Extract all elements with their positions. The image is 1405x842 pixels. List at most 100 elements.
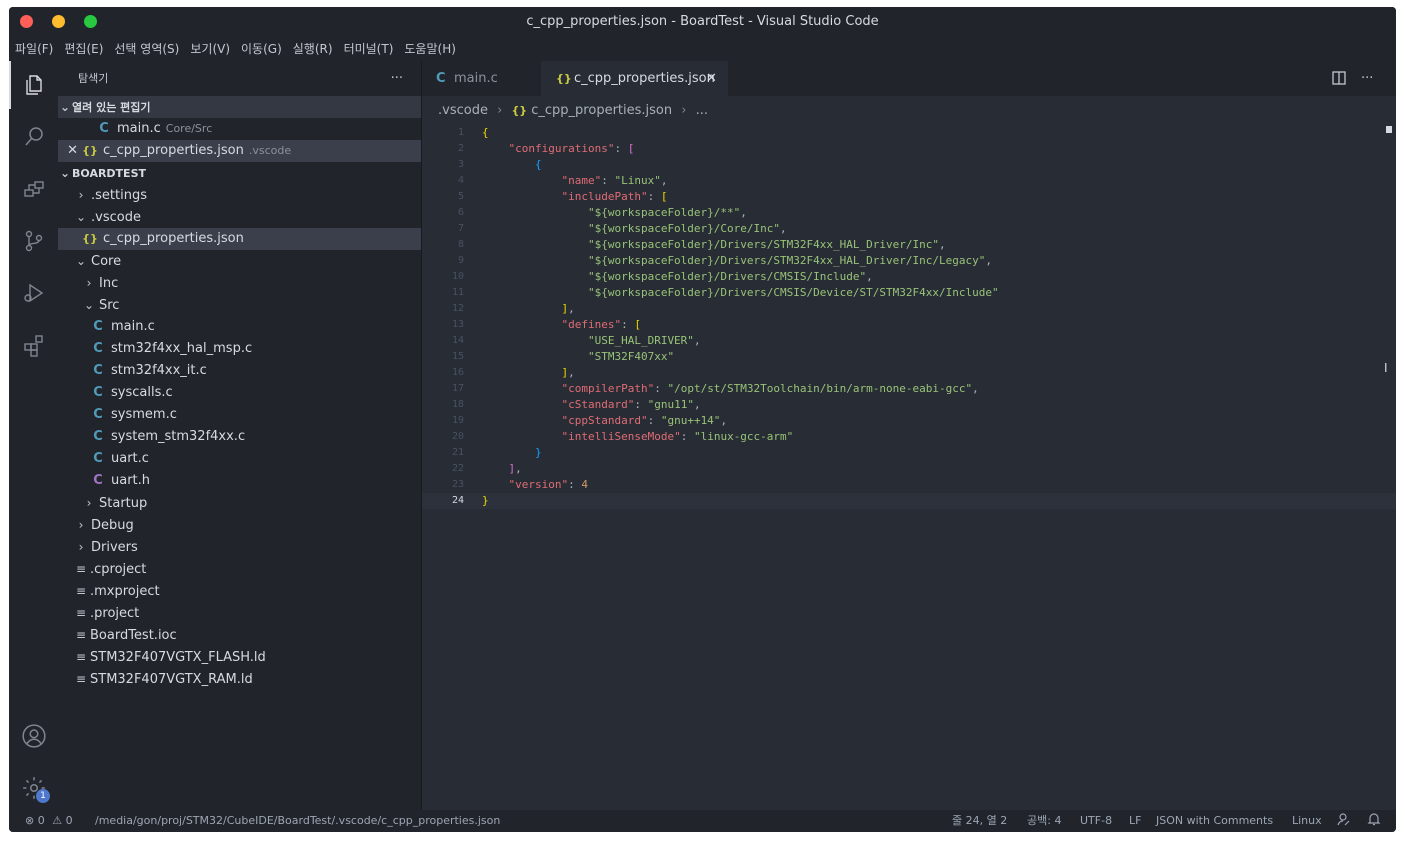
problems-indicator[interactable]: ⊗ 0 ⚠ 0 (25, 810, 73, 832)
code-line[interactable]: 3 { (422, 157, 1396, 173)
code-text: "intelliSenseMode": "linux-gcc-arm" (561, 430, 794, 443)
tree-item-label: BoardTest.ioc (90, 628, 177, 643)
close-icon[interactable]: ✕ (706, 61, 717, 96)
json-file-icon: {} (82, 232, 98, 245)
code-line[interactable]: 9 "${workspaceFolder}/Drivers/STM32F4xx_… (422, 253, 1396, 269)
tree-file[interactable]: ≡ BoardTest.ioc (58, 624, 421, 646)
code-text: { (482, 126, 489, 139)
close-icon[interactable]: ✕ (58, 140, 78, 162)
tree-file[interactable]: Cstm32f4xx_it.c (58, 360, 421, 382)
notifications-bell-icon[interactable] (1367, 810, 1381, 832)
cursor-position[interactable]: 줄 24, 열 2 (952, 810, 1007, 832)
tree-file[interactable]: {} c_cpp_properties.json (58, 228, 421, 250)
tree-folder[interactable]: › Drivers (58, 536, 421, 558)
tree-file[interactable]: Cstm32f4xx_hal_msp.c (58, 338, 421, 360)
settings-gear-icon[interactable]: 1 (9, 764, 58, 812)
code-line[interactable]: 10 "${workspaceFolder}/Drivers/CMSIS/Inc… (422, 269, 1396, 285)
project-section[interactable]: ⌄ BOARDTEST (58, 162, 421, 184)
code-line[interactable]: 22 ], (422, 461, 1396, 477)
menu-item[interactable]: 이동(G) (235, 37, 287, 61)
tree-folder[interactable]: › Startup (58, 492, 421, 514)
tree-file[interactable]: ≡ STM32F407VGTX_FLASH.ld (58, 646, 421, 668)
menu-item[interactable]: 도움말(H) (398, 37, 461, 61)
code-line[interactable]: 16 ], (422, 365, 1396, 381)
tree-file[interactable]: Cmain.c (58, 316, 421, 338)
menu-item[interactable]: 편집(E) (58, 37, 108, 61)
run-debug-icon[interactable] (9, 269, 58, 317)
tree-item-label: syscalls.c (111, 385, 173, 400)
code-line[interactable]: 8 "${workspaceFolder}/Drivers/STM32F4xx_… (422, 237, 1396, 253)
remote-explorer-icon[interactable] (9, 165, 58, 213)
code-line[interactable]: 12 ], (422, 301, 1396, 317)
breadcrumb-symbol[interactable]: ... (696, 103, 708, 118)
line-number: 7 (457, 223, 464, 234)
code-line[interactable]: 4 "name": "Linux", (422, 173, 1396, 189)
tree-file[interactable]: Cuart.c (58, 448, 421, 470)
tree-item-label: .vscode (91, 210, 141, 225)
split-editor-icon[interactable] (1332, 70, 1346, 85)
open-editor-item[interactable]: Cmain.c Core/Src (58, 118, 421, 140)
menu-item[interactable]: 파일(F) (9, 37, 58, 61)
line-number: 9 (457, 255, 464, 266)
tab-main-c[interactable]: C main.c (422, 61, 541, 96)
line-number: 2 (457, 143, 464, 154)
platform[interactable]: Linux (1292, 810, 1322, 832)
tree-folder[interactable]: › .settings (58, 184, 421, 206)
code-line[interactable]: 24} (422, 493, 1396, 509)
breadcrumb-folder[interactable]: .vscode (438, 103, 488, 118)
more-actions-button[interactable]: ··· (1361, 61, 1373, 96)
c-file-icon: C (99, 121, 109, 136)
tree-file[interactable]: Csystem_stm32f4xx.c (58, 426, 421, 448)
explorer-icon[interactable] (9, 61, 58, 109)
account-icon[interactable] (9, 712, 58, 760)
code-line[interactable]: 21 } (422, 445, 1396, 461)
tree-file[interactable]: Csyscalls.c (58, 382, 421, 404)
end-of-line[interactable]: LF (1129, 810, 1141, 832)
open-editors-section[interactable]: ⌄ 열려 있는 편집기 (58, 96, 421, 118)
code-line[interactable]: 7 "${workspaceFolder}/Core/Inc", (422, 221, 1396, 237)
code-line[interactable]: 17 "compilerPath": "/opt/st/STM32Toolcha… (422, 381, 1396, 397)
tree-file[interactable]: Cuart.h (58, 470, 421, 492)
breadcrumb-file[interactable]: {} c_cpp_properties.json (511, 103, 672, 118)
open-editor-item[interactable]: ✕ {} c_cpp_properties.json .vscode (58, 140, 421, 162)
line-number: 13 (451, 319, 464, 330)
tree-folder[interactable]: › Inc (58, 272, 421, 294)
code-line[interactable]: 14 "USE_HAL_DRIVER", (422, 333, 1396, 349)
menu-item[interactable]: 터미널(T) (338, 37, 399, 61)
menu-item[interactable]: 실행(R) (287, 37, 338, 61)
tree-file[interactable]: Csysmem.c (58, 404, 421, 426)
menu-item[interactable]: 선택 영역(S) (108, 37, 184, 61)
menu-item[interactable]: 보기(V) (184, 37, 235, 61)
language-mode[interactable]: JSON with Comments (1156, 810, 1273, 832)
code-line[interactable]: 5 "includePath": [ (422, 189, 1396, 205)
code-line[interactable]: 1{ (422, 125, 1396, 141)
code-line[interactable]: 18 "cStandard": "gnu11", (422, 397, 1396, 413)
tree-file[interactable]: ≡ .mxproject (58, 580, 421, 602)
tree-item-label: .mxproject (90, 584, 160, 599)
tree-folder[interactable]: ⌄ Src (58, 294, 421, 316)
search-icon[interactable] (9, 113, 58, 161)
tree-file[interactable]: ≡ .project (58, 602, 421, 624)
feedback-icon[interactable] (1336, 810, 1350, 832)
encoding[interactable]: UTF-8 (1080, 810, 1112, 832)
tree-folder[interactable]: ⌄ Core (58, 250, 421, 272)
extensions-icon[interactable] (9, 321, 58, 369)
indentation[interactable]: 공백: 4 (1027, 810, 1061, 832)
code-line[interactable]: 23 "version": 4 (422, 477, 1396, 493)
tree-folder[interactable]: › Debug (58, 514, 421, 536)
code-line[interactable]: 20 "intelliSenseMode": "linux-gcc-arm" (422, 429, 1396, 445)
tree-file[interactable]: ≡ STM32F407VGTX_RAM.ld (58, 668, 421, 690)
tree-folder[interactable]: ⌄ .vscode (58, 206, 421, 228)
code-line[interactable]: 15 "STM32F407xx" (422, 349, 1396, 365)
tab-c-cpp-properties[interactable]: {} c_cpp_properties.json ✕ (541, 61, 728, 96)
window-title: c_cpp_properties.json - BoardTest - Visu… (526, 14, 879, 29)
code-line[interactable]: 11 "${workspaceFolder}/Drivers/CMSIS/Dev… (422, 285, 1396, 301)
scrollbar-thumb[interactable] (1386, 126, 1392, 133)
tree-file[interactable]: ≡ .cproject (58, 558, 421, 580)
more-actions-button[interactable]: ··· (391, 61, 403, 96)
code-line[interactable]: 13 "defines": [ (422, 317, 1396, 333)
source-control-icon[interactable] (9, 217, 58, 265)
code-line[interactable]: 6 "${workspaceFolder}/**", (422, 205, 1396, 221)
code-line[interactable]: 2 "configurations": [ (422, 141, 1396, 157)
code-line[interactable]: 19 "cppStandard": "gnu++14", (422, 413, 1396, 429)
